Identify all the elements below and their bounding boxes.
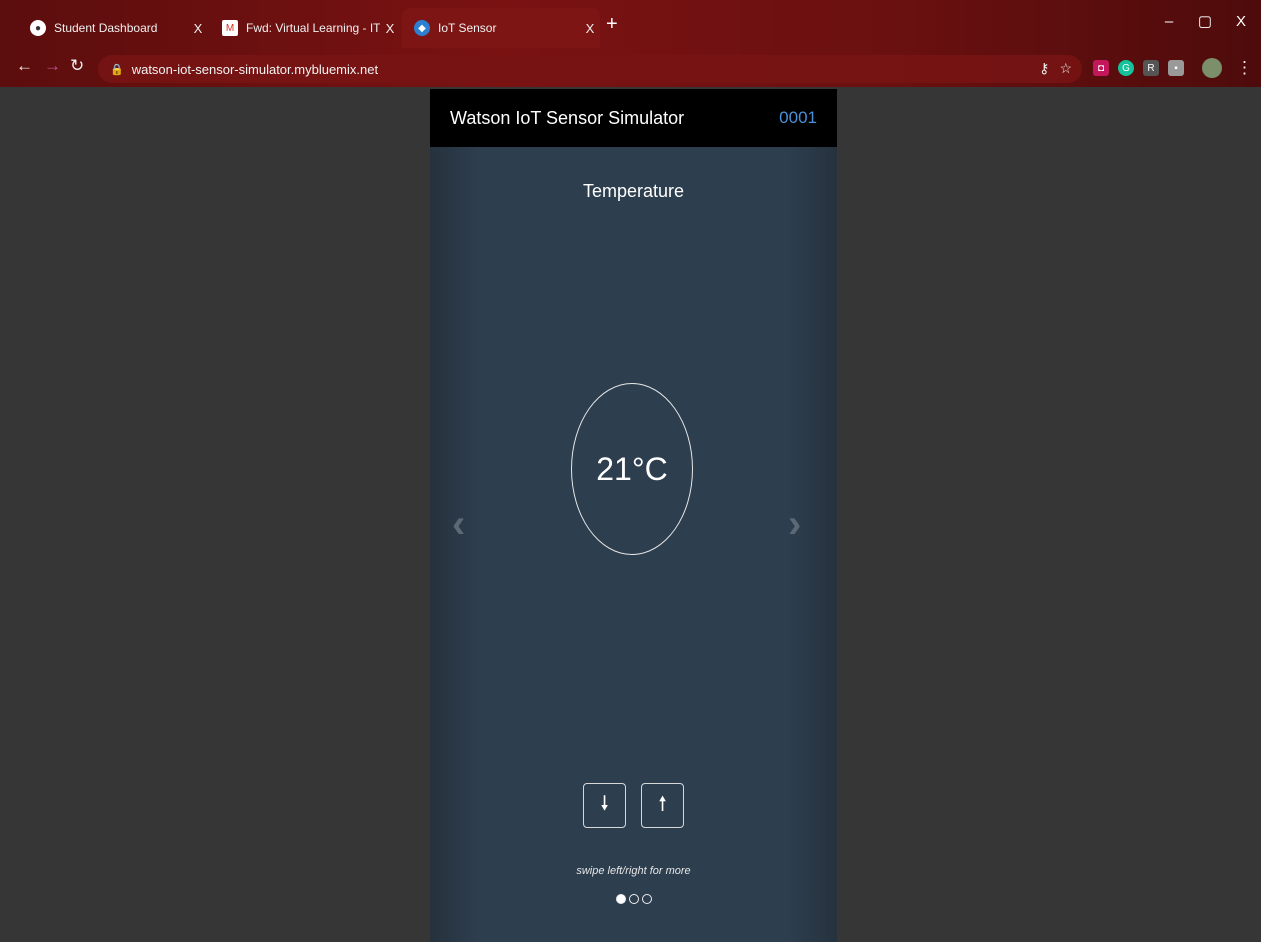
key-icon[interactable]: ⚷ [1039, 60, 1049, 77]
device-id: 0001 [779, 108, 817, 127]
previous-sensor-icon[interactable]: ‹ [452, 502, 465, 547]
decrease-button[interactable]: 🠗 [583, 783, 626, 828]
arrow-down-icon: 🠗 [600, 792, 609, 815]
sensor-simulator-panel: Watson IoT Sensor Simulator 0001 Tempera… [430, 89, 837, 942]
close-tab-icon[interactable]: X [380, 21, 400, 36]
ibm-cloud-icon: ◆ [414, 20, 430, 36]
reading-value: 21°C [596, 450, 668, 487]
app-title: Watson IoT Sensor Simulator [450, 107, 685, 128]
reload-icon[interactable]: ↻ [70, 56, 84, 76]
pager-dot[interactable] [615, 894, 626, 904]
increase-button[interactable]: 🠕 [641, 783, 684, 828]
extension-gray-icon[interactable]: ▪ [1168, 60, 1184, 76]
globe-icon: ● [30, 20, 46, 36]
back-icon[interactable]: ← [16, 56, 33, 76]
tab-student-dashboard[interactable]: ● Student Dashboard X [18, 8, 208, 48]
lock-icon: 🔒 [110, 63, 124, 76]
forward-icon[interactable]: → [44, 56, 61, 76]
close-tab-icon[interactable]: X [188, 21, 208, 36]
extension-shield-icon[interactable]: ◘ [1093, 60, 1109, 76]
extension-r-icon[interactable]: R [1143, 60, 1159, 76]
pager-dot[interactable] [628, 894, 639, 904]
sensor-name: Temperature [582, 181, 685, 201]
pager-dot[interactable] [641, 894, 652, 904]
swipe-hint: swipe left/right for more [576, 865, 691, 877]
close-tab-icon[interactable]: X [580, 21, 600, 36]
reading-circle: 21°C [571, 383, 693, 555]
tab-iot-sensor[interactable]: ◆ IoT Sensor X [402, 8, 600, 48]
new-tab-button[interactable]: + [606, 14, 618, 34]
maximize-button[interactable]: ▢ [1188, 6, 1222, 36]
tab-fwd-virtual-learning[interactable]: M Fwd: Virtual Learning - IT Skill Ce X [210, 8, 400, 48]
app-header: Watson IoT Sensor Simulator 0001 [430, 89, 837, 147]
tab-bar: ● Student Dashboard X M Fwd: Virtual Lea… [0, 0, 1261, 50]
star-icon[interactable]: ☆ [1059, 60, 1072, 77]
menu-kebab-icon[interactable]: ⋮ [1236, 58, 1253, 78]
arrow-up-icon: 🠕 [658, 792, 667, 815]
pager-dots [430, 894, 837, 904]
close-window-button[interactable]: X [1224, 6, 1258, 36]
address-bar[interactable]: 🔒 watson-iot-sensor-simulator.mybluemix.… [98, 55, 1082, 83]
minimize-button[interactable]: – [1152, 6, 1186, 36]
avatar[interactable] [1202, 58, 1222, 78]
gmail-icon: M [222, 20, 238, 36]
browser-chrome: ● Student Dashboard X M Fwd: Virtual Lea… [0, 0, 1261, 87]
next-sensor-icon[interactable]: › [788, 502, 801, 547]
grammarly-icon[interactable]: G [1118, 60, 1134, 76]
url-text: watson-iot-sensor-simulator.mybluemix.ne… [131, 61, 379, 77]
